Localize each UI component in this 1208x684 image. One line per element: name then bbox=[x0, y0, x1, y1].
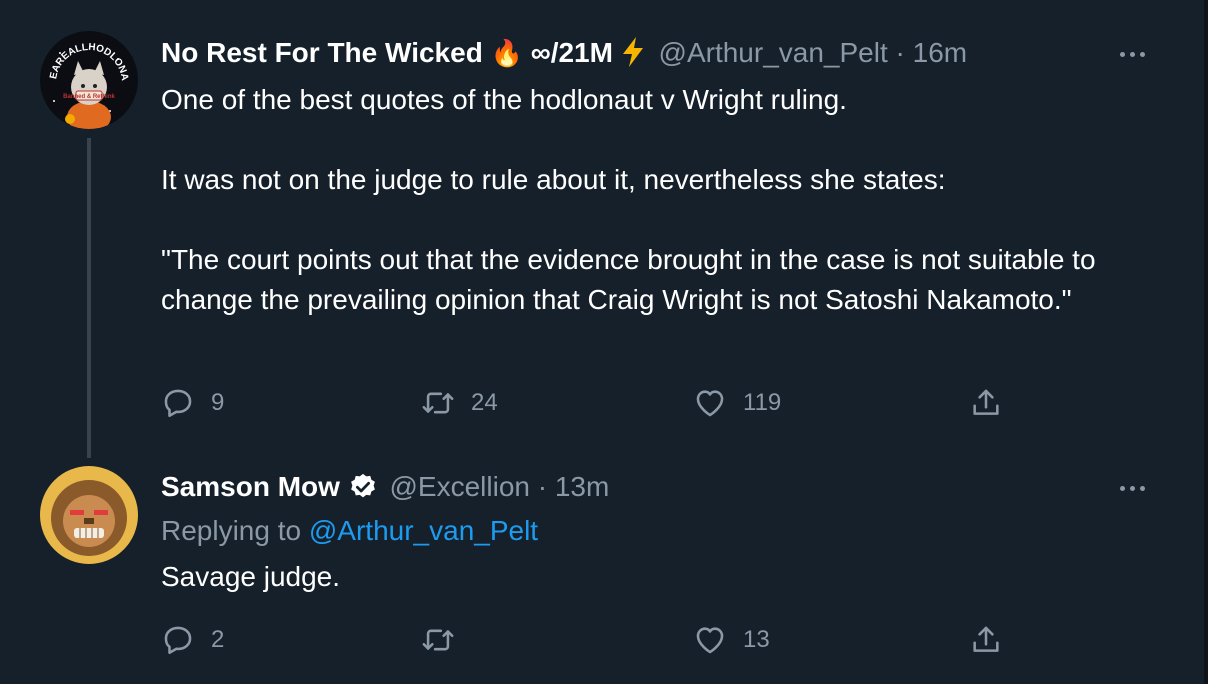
reply-button[interactable]: 9 bbox=[161, 383, 224, 423]
replying-to-link[interactable]: @Arthur_van_Pelt bbox=[309, 515, 538, 546]
avatar-samson[interactable] bbox=[40, 466, 138, 564]
tweet-text: Savage judge. bbox=[161, 557, 1161, 597]
retweet-icon bbox=[422, 629, 454, 651]
share-icon bbox=[973, 626, 999, 652]
reply-count: 2 bbox=[211, 626, 225, 653]
tweet-samson[interactable]: Samson Mow @Excellion · 13m Replying to … bbox=[0, 460, 1204, 684]
tweet-header: Samson Mow @Excellion · 13m bbox=[161, 467, 609, 507]
more-icon[interactable] bbox=[1112, 42, 1152, 66]
tweet-line-3: "The court points out that the evidence … bbox=[161, 244, 1096, 315]
verified-badge-icon bbox=[350, 473, 375, 497]
tweet-line-1: One of the best quotes of the hodlonaut … bbox=[161, 84, 847, 115]
display-name[interactable]: No Rest For The Wicked bbox=[161, 37, 483, 68]
timestamp[interactable]: · 13m bbox=[538, 471, 610, 502]
like-button[interactable]: 119 bbox=[693, 383, 781, 423]
fire-icon: 🔥 bbox=[490, 38, 523, 68]
handle[interactable]: @Arthur_van_Pelt bbox=[659, 37, 888, 68]
retweet-icon bbox=[422, 392, 454, 414]
like-button[interactable]: 13 bbox=[693, 620, 770, 660]
timestamp[interactable]: · 16m bbox=[896, 37, 968, 68]
share-button[interactable] bbox=[969, 620, 1003, 660]
reply-icon bbox=[164, 626, 192, 655]
reply-count: 9 bbox=[211, 389, 225, 416]
tweet-blank-2 bbox=[161, 200, 1161, 240]
tweet-actions: 2 13 bbox=[161, 620, 1041, 660]
replying-to-line: Replying to @Arthur_van_Pelt bbox=[161, 511, 1161, 551]
like-count: 13 bbox=[743, 626, 770, 653]
tweet-text: One of the best quotes of the hodlonaut … bbox=[161, 80, 1161, 320]
retweet-button[interactable] bbox=[421, 620, 471, 660]
tweet-arthur[interactable]: #WEAREALLHODLONAUT Banned & Rethink No R… bbox=[0, 0, 1204, 460]
replying-label: Replying to bbox=[161, 515, 302, 546]
like-count: 119 bbox=[743, 389, 782, 416]
tweet-line-1: Savage judge. bbox=[161, 561, 341, 592]
share-button[interactable] bbox=[969, 383, 1003, 423]
avatar-badge-text: Banned & Rethink bbox=[63, 94, 115, 100]
avatar-arthur[interactable]: #WEAREALLHODLONAUT Banned & Rethink bbox=[40, 31, 138, 129]
lightning-icon bbox=[622, 36, 643, 67]
handle[interactable]: @Excellion bbox=[389, 471, 529, 502]
heart-icon bbox=[696, 390, 724, 417]
name-suffix: ∞/21M bbox=[530, 37, 613, 68]
heart-icon bbox=[696, 627, 724, 654]
tweet-actions: 9 24 119 bbox=[161, 383, 1041, 423]
display-name[interactable]: Samson Mow bbox=[161, 471, 340, 502]
reply-button[interactable]: 2 bbox=[161, 620, 224, 660]
tweet-header: No Rest For The Wicked 🔥 ∞/21M @Arthur_v… bbox=[161, 33, 967, 73]
tweet-blank-1 bbox=[161, 120, 1161, 160]
retweet-count: 24 bbox=[471, 389, 498, 416]
window-edge bbox=[1204, 0, 1208, 684]
reply-icon bbox=[164, 389, 192, 418]
thread-line bbox=[87, 138, 91, 458]
retweet-button[interactable]: 24 bbox=[421, 383, 498, 423]
tweet-line-2: It was not on the judge to rule about it… bbox=[161, 164, 946, 195]
more-icon[interactable] bbox=[1112, 476, 1152, 500]
share-icon bbox=[973, 389, 999, 415]
